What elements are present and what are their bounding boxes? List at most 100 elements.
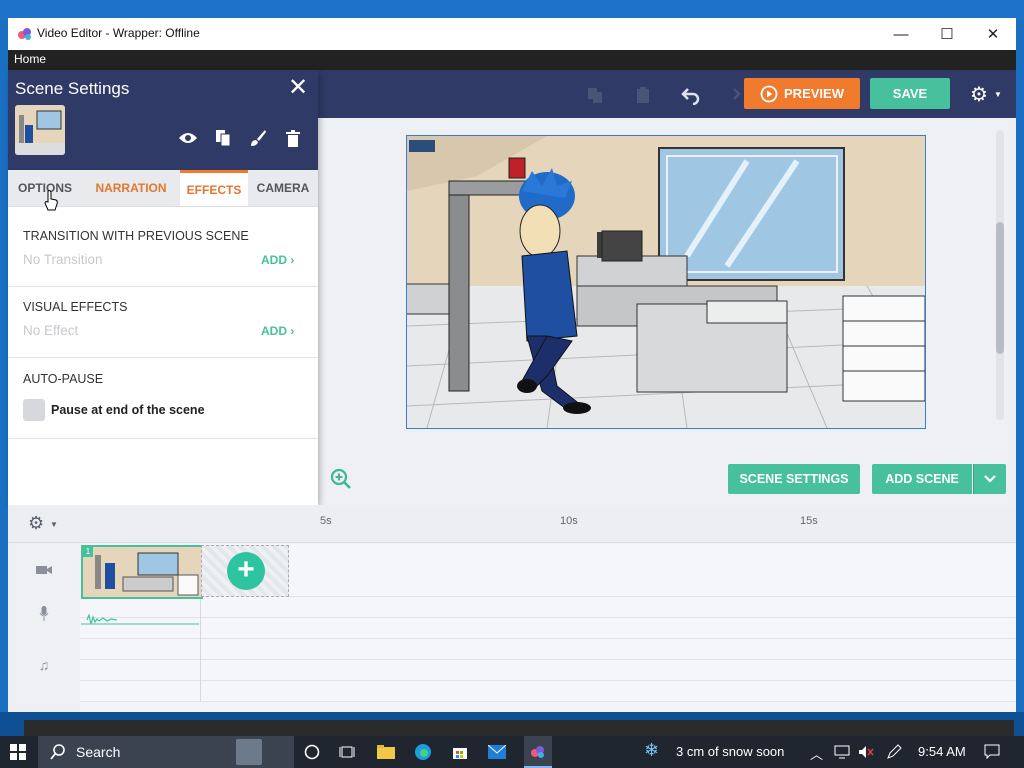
wrapper-logo-icon	[18, 28, 31, 40]
scene-preview[interactable]	[406, 135, 926, 429]
search-icon	[50, 744, 65, 760]
weather-text[interactable]: 3 cm of snow soon	[676, 744, 784, 759]
scene-settings-button[interactable]: SCENE SETTINGS	[728, 464, 860, 494]
visual-effects-value: No Effect	[23, 323, 79, 338]
video-camera-icon	[35, 561, 53, 579]
file-explorer-icon[interactable]	[376, 742, 396, 762]
add-transition-button[interactable]: ADD ›	[261, 253, 294, 267]
notifications-icon[interactable]	[982, 742, 1002, 762]
save-button[interactable]: SAVE	[870, 78, 950, 109]
eye-icon[interactable]	[178, 128, 198, 148]
play-icon	[760, 85, 778, 102]
add-scene-slot[interactable]: +	[201, 545, 289, 597]
desktop-background	[0, 0, 1024, 20]
close-window-button[interactable]: ✕	[970, 18, 1016, 50]
timeline: ⚙ ▼ 5s 10s 15s ♫ 1 +	[8, 505, 1016, 712]
window-title: Video Editor - Wrapper: Offline	[37, 26, 200, 40]
scene-clip[interactable]: 1	[81, 545, 203, 599]
settings-gear-icon[interactable]: ⚙	[970, 82, 988, 107]
visual-effects-section: VISUAL EFFECTS No Effect ADD ›	[8, 287, 318, 358]
add-effect-button[interactable]: ADD ›	[261, 324, 294, 338]
menu-bar: Home	[8, 50, 1016, 70]
search-highlight-image	[236, 739, 262, 765]
chevron-right-icon: ›	[290, 253, 295, 267]
scene-image	[407, 136, 925, 428]
narration-track[interactable]	[80, 597, 1016, 618]
autopause-section: AUTO-PAUSE Pause at end of the scene	[8, 358, 318, 439]
taskbar: Search ❄ 3 cm of snow soon ︿ 9:54 AM	[0, 736, 1024, 768]
track-divider	[200, 597, 201, 701]
ruler-label: 10s	[560, 515, 578, 527]
settings-caret-icon[interactable]: ▼	[994, 90, 1002, 99]
network-icon[interactable]	[832, 742, 852, 762]
title-bar: Video Editor - Wrapper: Offline — ☐ ✕	[8, 18, 1016, 51]
zoom-in-icon[interactable]	[330, 468, 352, 490]
timeline-caret-icon[interactable]: ▼	[50, 520, 58, 529]
menu-home[interactable]: Home	[14, 52, 46, 66]
app-window: Video Editor - Wrapper: Offline — ☐ ✕ Ho…	[8, 18, 1016, 712]
plus-icon: +	[227, 552, 265, 590]
autopause-label: Pause at end of the scene	[51, 403, 205, 417]
pen-icon[interactable]	[884, 742, 904, 762]
volume-muted-icon[interactable]	[856, 742, 876, 762]
stage-scrollbar[interactable]	[996, 130, 1004, 420]
undo-icon[interactable]	[680, 84, 702, 106]
tab-camera[interactable]: CAMERA	[248, 170, 318, 206]
chevron-up-icon[interactable]: ︿	[810, 744, 823, 763]
copy-icon[interactable]	[584, 84, 606, 106]
trash-icon[interactable]	[283, 128, 303, 148]
task-view-cortana-icon[interactable]	[302, 742, 322, 762]
preview-label: PREVIEW	[784, 86, 844, 101]
maximize-button[interactable]: ☐	[924, 18, 970, 50]
paste-icon[interactable]	[632, 84, 654, 106]
microphone-icon	[35, 605, 53, 623]
clip-number: 1	[83, 547, 93, 557]
transition-value: No Transition	[23, 252, 103, 267]
add-scene-button[interactable]: ADD SCENE	[872, 464, 972, 494]
sound-track-2[interactable]	[80, 639, 1016, 660]
sound-track-4[interactable]	[80, 681, 1016, 702]
sound-track-1[interactable]	[80, 618, 1016, 639]
ruler-label: 15s	[800, 515, 818, 527]
visual-effects-title: VISUAL EFFECTS	[23, 300, 128, 314]
timeline-ruler[interactable]: ⚙ ▼ 5s 10s 15s	[8, 505, 1016, 543]
tab-narration[interactable]: NARRATION	[82, 170, 180, 206]
duplicate-icon[interactable]	[213, 128, 233, 148]
narration-waveform[interactable]	[81, 614, 199, 626]
windows-start-icon[interactable]	[10, 744, 26, 760]
close-panel-icon[interactable]: ✕	[288, 76, 308, 100]
task-view-icon[interactable]	[337, 742, 357, 762]
preview-button[interactable]: PREVIEW	[744, 78, 860, 109]
panel-title: Scene Settings	[15, 79, 130, 98]
search-label: Search	[76, 744, 121, 760]
transition-title: TRANSITION WITH PREVIOUS SCENE	[23, 229, 249, 243]
mail-icon[interactable]	[487, 742, 507, 762]
scene-thumbnail[interactable]	[15, 105, 65, 155]
chevron-right-icon: ›	[290, 324, 295, 338]
timeline-gear-icon[interactable]: ⚙	[28, 513, 44, 534]
minimize-button[interactable]: —	[878, 18, 924, 50]
taskbar-search[interactable]: Search	[38, 736, 294, 768]
mouse-cursor-icon	[44, 190, 58, 211]
autopause-checkbox[interactable]	[23, 399, 45, 421]
wrapper-taskbar-icon[interactable]	[524, 736, 552, 768]
chevron-down-icon	[984, 475, 996, 483]
clock-time[interactable]: 9:54 AM	[918, 744, 966, 759]
brush-icon[interactable]	[248, 128, 268, 148]
store-icon[interactable]	[450, 742, 470, 762]
track-icons: ♫	[8, 543, 80, 712]
add-scene-dropdown-button[interactable]	[973, 464, 1006, 494]
edge-browser-icon[interactable]	[413, 742, 433, 762]
ruler-label: 5s	[320, 515, 332, 527]
tab-effects[interactable]: EFFECTS	[180, 170, 248, 206]
transition-section: TRANSITION WITH PREVIOUS SCENE No Transi…	[8, 216, 318, 287]
music-note-icon: ♫	[38, 657, 50, 673]
redo-icon[interactable]	[720, 84, 742, 106]
background-window-strip	[24, 720, 1014, 736]
stage-scrollbar-thumb[interactable]	[996, 222, 1004, 354]
sound-track-3[interactable]	[80, 660, 1016, 681]
panel-header: Scene Settings ✕	[8, 70, 318, 170]
snowflake-icon: ❄	[644, 740, 660, 760]
autopause-title: AUTO-PAUSE	[23, 372, 104, 386]
scene-settings-panel: Scene Settings ✕ OPTIONS NARRATION EFFEC…	[8, 70, 318, 505]
